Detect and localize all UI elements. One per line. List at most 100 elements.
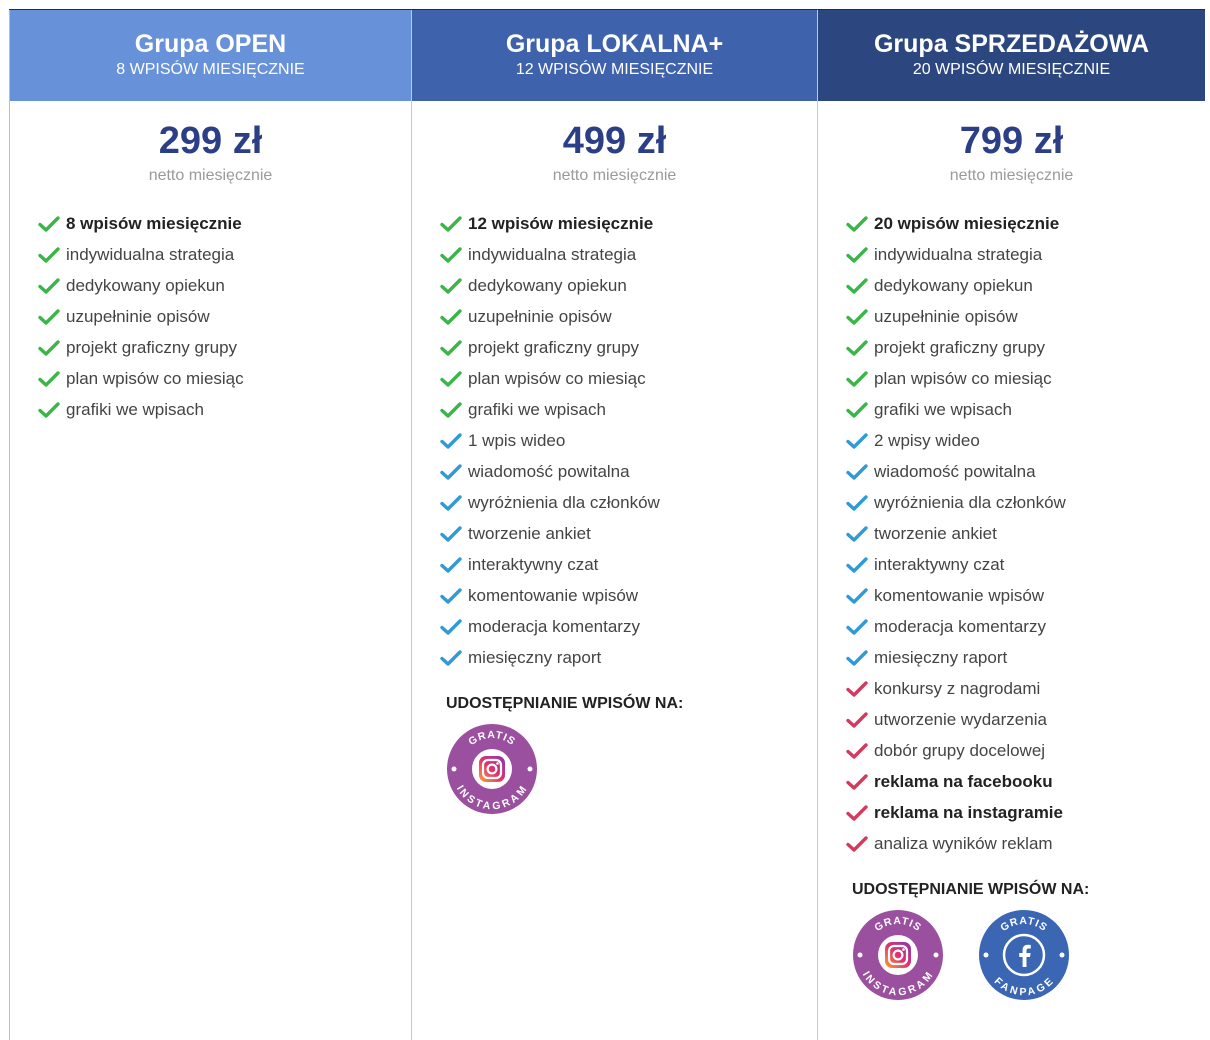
checkmark-icon: [440, 308, 462, 326]
feature-text: plan wpisów co miesiąc: [66, 368, 244, 388]
feature-text: wyróżnienia dla członków: [874, 492, 1066, 512]
feature-text: dobór grupy docelowej: [874, 740, 1046, 760]
plan-name: Grupa OPEN: [134, 30, 287, 58]
feature-item: wiadomość powitalna: [440, 456, 817, 487]
feature-item: projekt graficzny grupy: [440, 332, 817, 363]
checkmark-icon: [440, 246, 462, 264]
feature-text: komentowanie wpisów: [874, 585, 1045, 605]
checkmark-icon: [846, 339, 868, 357]
checkmark-icon: [846, 835, 868, 853]
feature-item: plan wpisów co miesiąc: [846, 363, 1205, 394]
feature-item: utworzenie wydarzenia: [846, 704, 1205, 735]
checkmark-icon: [846, 463, 868, 481]
checkmark-icon: [846, 618, 868, 636]
instagram-badge: GRATIS INSTAGRAM: [446, 723, 538, 815]
plan-name: Grupa SPRZEDAŻOWA: [873, 30, 1149, 58]
plan-price: 499 zł: [562, 120, 667, 162]
feature-item: indywidualna strategia: [440, 239, 817, 270]
feature-list: 8 wpisów miesięcznie indywidualna strateg…: [38, 208, 411, 425]
feature-text: tworzenie ankiet: [874, 523, 997, 543]
plan-subtitle: 12 WPISÓW MIESIĘCZNIE: [515, 61, 714, 78]
plan-sprzedazowa: Grupa SPRZEDAŻOWA 20 WPISÓW MIESIĘCZNIE …: [817, 10, 1205, 1040]
feature-item: tworzenie ankiet: [440, 518, 817, 549]
feature-item: grafiki we wpisach: [38, 394, 411, 425]
feature-text: utworzenie wydarzenia: [874, 709, 1047, 729]
checkmark-icon: [846, 742, 868, 760]
feature-text: wiadomość powitalna: [468, 461, 630, 481]
feature-item: analiza wyników reklam: [846, 828, 1205, 859]
feature-text: projekt graficzny grupy: [468, 337, 640, 357]
feature-text: projekt graficzny grupy: [874, 337, 1046, 357]
feature-text: plan wpisów co miesiąc: [874, 368, 1052, 388]
feature-item: reklama na instagramie: [846, 797, 1205, 828]
plan-open: Grupa OPEN 8 WPISÓW MIESIĘCZNIE 299 zł n…: [9, 10, 411, 1040]
feature-text: dedykowany opiekun: [66, 275, 225, 295]
feature-list: 20 wpisów miesięcznie indywidualna strate…: [846, 208, 1205, 859]
checkmark-icon: [440, 525, 462, 543]
feature-item: grafiki we wpisach: [440, 394, 817, 425]
facebook-icon: GRATISFANPAGE: [979, 910, 1069, 1000]
feature-text: moderacja komentarzy: [468, 616, 640, 636]
checkmark-icon: [440, 618, 462, 636]
feature-text: dedykowany opiekun: [468, 275, 627, 295]
feature-item: 20 wpisów miesięcznie: [846, 208, 1205, 239]
feature-item: tworzenie ankiet: [846, 518, 1205, 549]
plan-header: Grupa LOKALNA+ 12 WPISÓW MIESIĘCZNIE: [412, 10, 817, 101]
share-heading: UDOSTĘPNIANIE WPISÓW NA:: [446, 695, 684, 712]
badge-row: GRATIS INSTAGRAM: [446, 723, 817, 815]
feature-item: wyróżnienia dla członków: [440, 487, 817, 518]
feature-item: uzupełninie opisów: [440, 301, 817, 332]
feature-text: interaktywny czat: [874, 554, 1005, 574]
checkmark-icon: [38, 308, 60, 326]
checkmark-icon: [846, 370, 868, 388]
checkmark-icon: [38, 401, 60, 419]
plan-subtitle: 8 WPISÓW MIESIĘCZNIE: [116, 61, 305, 78]
feature-item: dobór grupy docelowej: [846, 735, 1205, 766]
feature-text: 12 wpisów miesięcznie: [468, 213, 654, 233]
feature-text: wiadomość powitalna: [874, 461, 1036, 481]
feature-list: 12 wpisów miesięcznie indywidualna strate…: [440, 208, 817, 673]
feature-text: plan wpisów co miesiąc: [468, 368, 646, 388]
checkmark-icon: [846, 308, 868, 326]
feature-text: reklama na facebooku: [874, 771, 1053, 791]
feature-item: moderacja komentarzy: [440, 611, 817, 642]
feature-text: miesięczny raport: [468, 647, 602, 667]
feature-item: plan wpisów co miesiąc: [38, 363, 411, 394]
feature-item: plan wpisów co miesiąc: [440, 363, 817, 394]
instagram-badge: GRATIS INSTAGRAM: [852, 909, 944, 1001]
plan-lokalna: Grupa LOKALNA+ 12 WPISÓW MIESIĘCZNIE 499…: [411, 10, 817, 1040]
checkmark-icon: [440, 649, 462, 667]
checkmark-icon: [38, 277, 60, 295]
feature-text: moderacja komentarzy: [874, 616, 1046, 636]
feature-item: komentowanie wpisów: [440, 580, 817, 611]
feature-text: miesięczny raport: [874, 647, 1008, 667]
feature-item: interaktywny czat: [846, 549, 1205, 580]
feature-text: uzupełninie opisów: [874, 306, 1018, 326]
pricing-table: Grupa OPEN 8 WPISÓW MIESIĘCZNIE 299 zł n…: [9, 9, 1205, 1040]
feature-text: komentowanie wpisów: [468, 585, 639, 605]
feature-item: wiadomość powitalna: [846, 456, 1205, 487]
checkmark-icon: [846, 587, 868, 605]
feature-item: konkursy z nagrodami: [846, 673, 1205, 704]
feature-text: wyróżnienia dla członków: [468, 492, 660, 512]
feature-item: 12 wpisów miesięcznie: [440, 208, 817, 239]
plan-header: Grupa OPEN 8 WPISÓW MIESIĘCZNIE: [10, 10, 411, 101]
feature-item: miesięczny raport: [440, 642, 817, 673]
feature-item: reklama na facebooku: [846, 766, 1205, 797]
feature-text: dedykowany opiekun: [874, 275, 1033, 295]
feature-item: 8 wpisów miesięcznie: [38, 208, 411, 239]
checkmark-icon: [38, 339, 60, 357]
feature-item: dedykowany opiekun: [846, 270, 1205, 301]
feature-text: analiza wyników reklam: [874, 833, 1053, 853]
price-note: netto miesięcznie: [552, 167, 677, 184]
feature-item: uzupełninie opisów: [846, 301, 1205, 332]
feature-item: wyróżnienia dla członków: [846, 487, 1205, 518]
feature-item: interaktywny czat: [440, 549, 817, 580]
checkmark-icon: [846, 711, 868, 729]
feature-text: grafiki we wpisach: [66, 399, 204, 419]
checkmark-icon: [440, 432, 462, 450]
checkmark-icon: [440, 339, 462, 357]
checkmark-icon: [846, 432, 868, 450]
feature-text: uzupełninie opisów: [468, 306, 612, 326]
feature-text: konkursy z nagrodami: [874, 678, 1041, 698]
